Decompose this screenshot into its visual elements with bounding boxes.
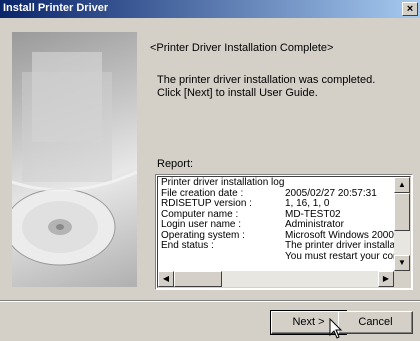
close-button[interactable]: ×: [402, 2, 418, 16]
report-key: End status :: [161, 240, 214, 251]
message-line-2: Click [Next] to install User Guide.: [157, 87, 318, 99]
report-value: 1, 16, 1, 0: [285, 198, 330, 209]
page-heading: <Printer Driver Installation Complete>: [150, 42, 334, 54]
scrollbar-corner: [394, 271, 410, 287]
report-value: Administrator: [285, 219, 344, 230]
button-separator: [0, 300, 420, 302]
report-key: Login user name :: [161, 219, 242, 230]
report-row: Login user name : Administrator: [161, 219, 407, 231]
cd-disc-image: [12, 52, 137, 266]
message-line-1: The printer driver installation was comp…: [157, 74, 376, 86]
report-lines: Printer driver installation log File cre…: [161, 177, 407, 263]
cancel-button[interactable]: Cancel: [338, 311, 413, 334]
report-label: Report:: [157, 158, 194, 170]
report-value: The printer driver installatio: [285, 240, 406, 251]
scroll-right-icon[interactable]: ▶: [378, 271, 394, 287]
report-row: End status : The printer driver installa…: [161, 240, 407, 252]
report-row: RDISETUP version : 1, 16, 1, 0: [161, 198, 407, 210]
window-title: Install Printer Driver: [3, 2, 109, 14]
report-key: RDISETUP version :: [161, 198, 252, 209]
vertical-scrollbar[interactable]: ▲ ▼: [394, 177, 410, 271]
installer-side-image: [12, 32, 137, 287]
mouse-cursor-icon: [329, 318, 343, 339]
report-title: Printer driver installation log: [161, 177, 285, 188]
horizontal-scroll-thumb[interactable]: [174, 271, 222, 287]
report-value-continued: You must restart your comp: [285, 250, 407, 262]
completion-message: The printer driver installation was comp…: [157, 74, 375, 100]
horizontal-scrollbar[interactable]: ◀ ▶: [158, 271, 394, 287]
report-content-area: Printer driver installation log File cre…: [157, 176, 411, 288]
report-textbox[interactable]: Printer driver installation log File cre…: [155, 174, 413, 290]
scroll-down-icon[interactable]: ▼: [394, 255, 410, 271]
report-row: You must restart your comp: [161, 250, 407, 263]
report-key-empty: [161, 252, 285, 263]
scroll-up-icon[interactable]: ▲: [394, 177, 410, 193]
title-bar[interactable]: Install Printer Driver ×: [0, 0, 420, 18]
vertical-scroll-thumb[interactable]: [394, 193, 410, 231]
scroll-left-icon[interactable]: ◀: [158, 271, 174, 287]
install-printer-driver-window: Install Printer Driver × <Printer Driver…: [0, 0, 420, 341]
